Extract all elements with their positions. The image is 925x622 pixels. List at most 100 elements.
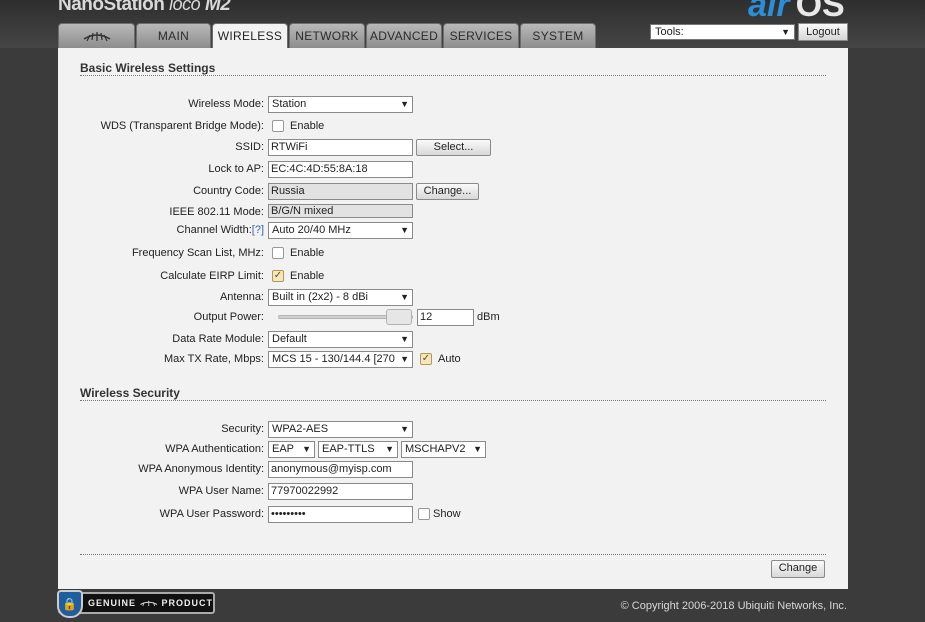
- output-power-row: Output Power: 12 dBm: [58, 309, 848, 327]
- tab-ubiquiti-logo[interactable]: [58, 23, 135, 48]
- section-divider: [80, 75, 826, 76]
- ssid-input[interactable]: RTWiFi: [268, 139, 413, 156]
- wpa-auth-method-select[interactable]: EAP-TTLS ▼: [318, 441, 398, 458]
- ieee-mode-label: IEEE 802.11 Mode:: [169, 206, 264, 218]
- ubiquiti-logo-icon: [140, 600, 158, 607]
- user-password-input[interactable]: •••••••••: [268, 506, 413, 523]
- user-name-row: WPA User Name: 77970022992: [58, 483, 848, 501]
- lock-ap-input[interactable]: EC:4C:4D:55:8A:18: [268, 161, 413, 178]
- wpa-auth-row: WPA Authentication: EAP ▼ EAP-TTLS ▼ MSCHA…: [58, 441, 848, 459]
- wpa-auth-eap-select[interactable]: EAP ▼: [268, 441, 315, 458]
- channel-width-help-link[interactable]: [?]: [252, 224, 264, 236]
- chevron-down-icon: ▼: [383, 442, 394, 457]
- wireless-mode-label: Wireless Mode:: [188, 98, 264, 110]
- wpa-auth-label: WPA Authentication:: [165, 443, 264, 455]
- brand-name: NanoStation: [58, 0, 165, 15]
- tab-wireless[interactable]: WIRELESS: [212, 23, 288, 49]
- wds-row: WDS (Transparent Bridge Mode): Enable: [58, 118, 848, 136]
- genuine-product-badge: 🔒 GENUINE PRODUCT: [57, 590, 215, 618]
- chevron-down-icon: ▼: [398, 332, 409, 347]
- max-tx-auto-checkbox[interactable]: ✓: [420, 353, 432, 365]
- anon-identity-row: WPA Anonymous Identity: anonymous@myisp.…: [58, 461, 848, 479]
- output-power-unit: dBm: [477, 311, 500, 323]
- anon-identity-input[interactable]: anonymous@myisp.com: [268, 461, 413, 478]
- antenna-label: Antenna:: [219, 291, 264, 303]
- output-power-label: Output Power:: [193, 311, 264, 323]
- max-tx-rate-select[interactable]: MCS 15 - 130/144.4 [270 ▼: [268, 351, 413, 368]
- freq-scan-checkbox-label: Enable: [290, 247, 325, 259]
- channel-width-label: Channel Width:[?]: [176, 224, 264, 236]
- wds-checkbox-label: Enable: [290, 120, 325, 132]
- tools-select[interactable]: Tools: ▼: [650, 24, 795, 40]
- user-password-label: WPA User Password:: [159, 508, 264, 520]
- section-divider: [80, 400, 826, 401]
- chevron-down-icon: ▼: [300, 442, 311, 457]
- freq-scan-label: Frequency Scan List, MHz:: [131, 247, 264, 259]
- chevron-down-icon: ▼: [398, 223, 409, 238]
- user-name-input[interactable]: 77970022992: [268, 483, 413, 500]
- basic-section-title: Basic Wireless Settings: [80, 61, 216, 75]
- eirp-row: Calculate EIRP Limit: ✓ Enable: [58, 268, 848, 286]
- brand-model: M2: [204, 0, 231, 15]
- airos-os: OS: [795, 0, 845, 24]
- tab-main[interactable]: MAIN: [136, 23, 211, 48]
- chevron-down-icon: ▼: [781, 27, 790, 37]
- lock-ap-row: Lock to AP: EC:4C:4D:55:8A:18: [58, 161, 848, 179]
- show-password-checkbox[interactable]: [418, 508, 430, 520]
- max-tx-auto-label: Auto: [438, 353, 461, 365]
- chevron-down-icon: ▼: [471, 442, 482, 457]
- antenna-row: Antenna: Built in (2x2) - 8 dBi ▼: [58, 289, 848, 307]
- chevron-down-icon: ▼: [398, 352, 409, 367]
- country-code-row: Country Code: Russia Change...: [58, 183, 848, 201]
- wireless-mode-select[interactable]: Station ▼: [268, 96, 413, 113]
- wpa-auth-inner-select[interactable]: MSCHAPV2 ▼: [401, 441, 486, 458]
- wireless-settings-panel: Basic Wireless Settings Wireless Mode: S…: [58, 48, 848, 589]
- change-button[interactable]: Change: [771, 560, 825, 578]
- ssid-select-button[interactable]: Select...: [416, 139, 491, 156]
- tab-system[interactable]: SYSTEM: [520, 23, 596, 48]
- output-power-slider-handle[interactable]: [386, 309, 412, 325]
- airos-air: air: [748, 0, 790, 24]
- chevron-down-icon: ▼: [398, 422, 409, 437]
- data-rate-module-select[interactable]: Default ▼: [268, 331, 413, 348]
- user-name-label: WPA User Name:: [178, 485, 264, 497]
- output-power-input[interactable]: 12: [417, 309, 474, 326]
- genuine-text: GENUINE: [88, 598, 137, 608]
- ieee-mode-field: B/G/N mixed: [268, 204, 413, 218]
- freq-scan-row: Frequency Scan List, MHz: Enable: [58, 245, 848, 263]
- brand-logo: NanoStation loco M2: [58, 0, 231, 16]
- show-password-label: Show: [433, 508, 461, 520]
- tab-advanced[interactable]: ADVANCED: [366, 23, 442, 48]
- max-tx-rate-label: Max TX Rate, Mbps:: [163, 353, 264, 365]
- footer-divider: [80, 554, 826, 555]
- wireless-mode-row: Wireless Mode: Station ▼: [58, 96, 848, 114]
- user-password-row: WPA User Password: ••••••••• Show: [58, 506, 848, 524]
- lock-ap-label: Lock to AP:: [208, 163, 264, 175]
- country-change-button[interactable]: Change...: [416, 183, 479, 200]
- eirp-label: Calculate EIRP Limit:: [160, 270, 264, 282]
- country-code-field: Russia: [268, 183, 413, 200]
- antenna-select[interactable]: Built in (2x2) - 8 dBi ▼: [268, 289, 413, 306]
- ssid-label: SSID:: [235, 141, 264, 153]
- security-row: Security: WPA2-AES ▼: [58, 421, 848, 439]
- country-code-label: Country Code:: [193, 185, 264, 197]
- ubiquiti-logo-icon: [83, 32, 110, 42]
- copyright-text: © Copyright 2006-2018 Ubiquiti Networks,…: [620, 600, 847, 612]
- security-section-title: Wireless Security: [80, 386, 180, 400]
- tools-select-value: Tools:: [655, 26, 684, 38]
- tab-services[interactable]: SERVICES: [443, 23, 519, 48]
- lock-icon: 🔒: [57, 590, 83, 618]
- security-select[interactable]: WPA2-AES ▼: [268, 421, 413, 438]
- logout-button[interactable]: Logout: [798, 23, 848, 41]
- ieee-mode-row: IEEE 802.11 Mode: B/G/N mixed: [58, 204, 848, 222]
- channel-width-select[interactable]: Auto 20/40 MHz ▼: [268, 222, 413, 239]
- freq-scan-checkbox[interactable]: [272, 247, 284, 259]
- header-bar: NanoStation loco M2 air OS MAIN WIRELESS …: [0, 0, 925, 49]
- eirp-checkbox[interactable]: ✓: [272, 270, 284, 282]
- ssid-row: SSID: RTWiFi Select...: [58, 139, 848, 157]
- airos-logo: air OS: [748, 0, 845, 25]
- security-label: Security:: [221, 423, 264, 435]
- anon-identity-label: WPA Anonymous Identity:: [138, 463, 264, 475]
- wds-checkbox[interactable]: [272, 120, 284, 132]
- tab-network[interactable]: NETWORK: [289, 23, 365, 48]
